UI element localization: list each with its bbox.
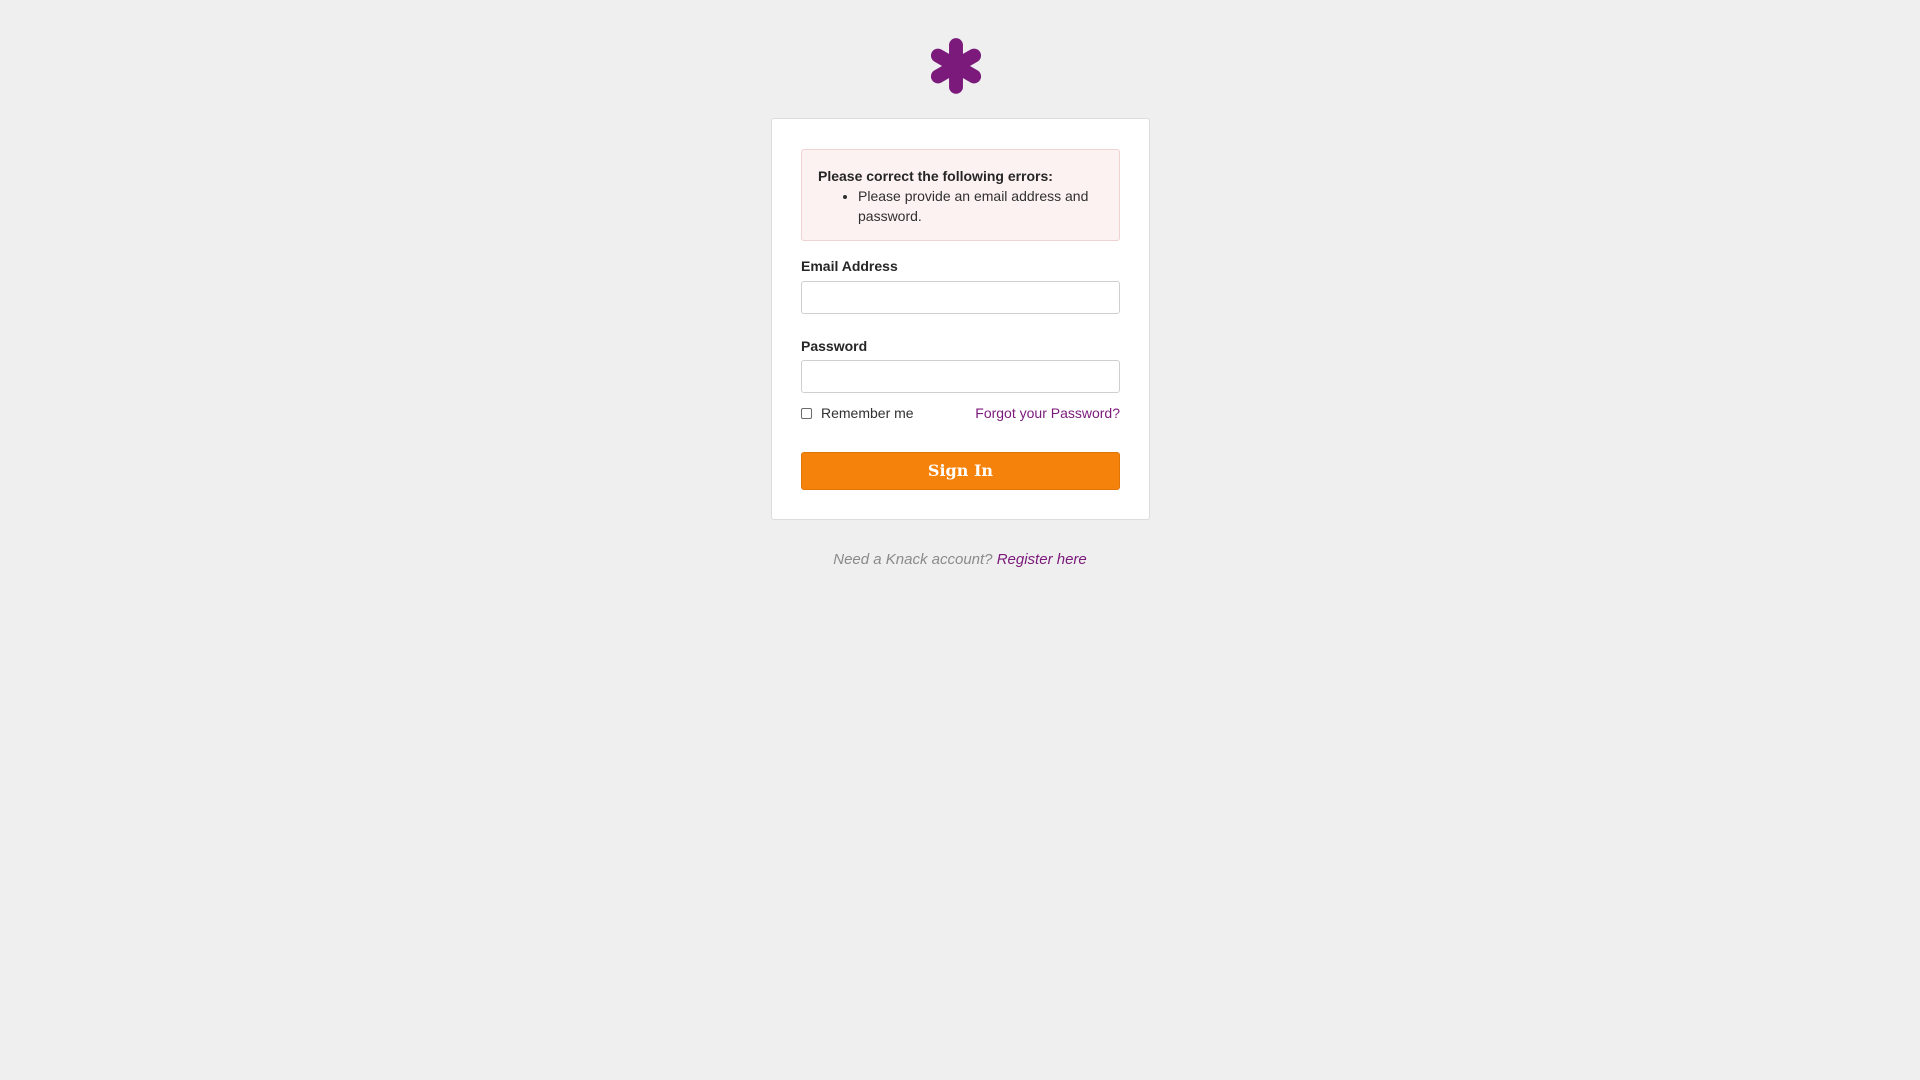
asterisk-logo-icon bbox=[930, 38, 982, 94]
register-prompt: Need a Knack account? Register here bbox=[0, 551, 1920, 568]
error-list: Please provide an email address and pass… bbox=[818, 186, 1098, 226]
login-page: Please correct the following errors: Ple… bbox=[0, 0, 1920, 1080]
register-prompt-text: Need a Knack account? bbox=[833, 551, 993, 568]
register-link[interactable]: Register here bbox=[997, 551, 1087, 568]
password-label: Password bbox=[801, 338, 868, 354]
error-title: Please correct the following errors: bbox=[818, 168, 1053, 184]
remember-me-label: Remember me bbox=[821, 405, 914, 421]
email-field[interactable] bbox=[801, 281, 1120, 314]
remember-me[interactable]: Remember me bbox=[801, 405, 914, 421]
sign-in-button[interactable]: Sign In bbox=[801, 452, 1120, 490]
email-label: Email Address bbox=[801, 258, 898, 274]
login-card: Please correct the following errors: Ple… bbox=[771, 118, 1150, 520]
password-field[interactable] bbox=[801, 360, 1120, 393]
forgot-password-link[interactable]: Forgot your Password? bbox=[975, 405, 1120, 421]
error-item: Please provide an email address and pass… bbox=[858, 186, 1098, 226]
remember-me-checkbox[interactable] bbox=[801, 407, 812, 419]
error-message-box: Please correct the following errors: Ple… bbox=[801, 149, 1120, 241]
